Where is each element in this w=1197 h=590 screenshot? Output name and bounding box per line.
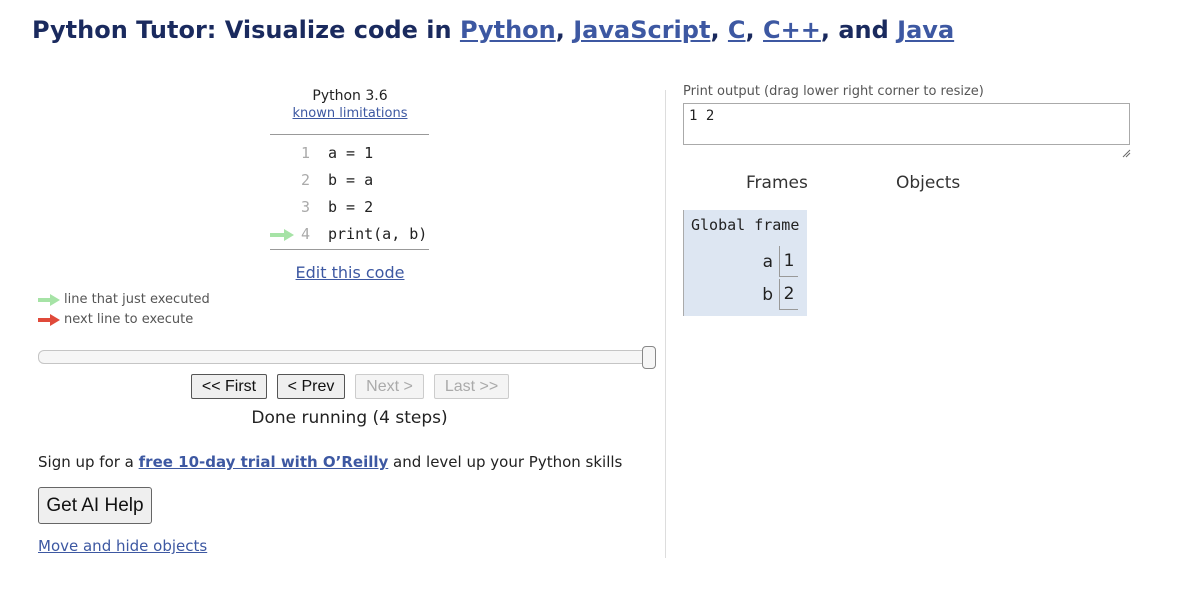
var-value: 2 <box>779 279 798 310</box>
code-line: 2 b = a <box>270 167 429 194</box>
green-arrow-icon <box>38 293 60 306</box>
objects-header: Objects <box>896 173 961 193</box>
line-number: 3 <box>300 198 310 216</box>
page-title: Python Tutor: Visualize code in Python, … <box>32 16 955 44</box>
step-slider-handle[interactable] <box>642 346 656 369</box>
code-line: 1 a = 1 <box>270 140 429 167</box>
var-value: 1 <box>779 246 798 277</box>
code-line: 3 b = 2 <box>270 194 429 221</box>
edit-code-link[interactable]: Edit this code <box>270 263 430 282</box>
panel-divider <box>665 90 666 558</box>
get-ai-help-button[interactable]: Get AI Help <box>38 487 152 524</box>
link-cpp[interactable]: C++ <box>763 16 821 44</box>
code-text: b = a <box>328 171 374 189</box>
move-hide-objects-link[interactable]: Move and hide objects <box>38 537 207 555</box>
line-number: 4 <box>300 225 310 243</box>
frame-title: Global frame <box>691 216 800 234</box>
known-limitations-link[interactable]: known limitations <box>270 106 430 121</box>
prev-button[interactable]: < Prev <box>277 374 345 399</box>
link-c[interactable]: C <box>728 16 746 44</box>
language-label: Python 3.6 <box>312 88 388 104</box>
code-listing: 1 a = 1 2 b = a 3 b = 2 4 print(a, b) <box>270 134 429 250</box>
code-line-current: 4 print(a, b) <box>270 221 429 248</box>
var-name: a <box>762 252 773 272</box>
frames-header: Frames <box>746 173 808 193</box>
line-number: 2 <box>300 171 310 189</box>
red-arrow-icon <box>38 313 60 326</box>
resize-grip-icon[interactable] <box>1121 148 1131 158</box>
legend-next: next line to execute <box>38 312 193 327</box>
line-number: 1 <box>300 144 310 162</box>
link-javascript[interactable]: JavaScript <box>573 16 710 44</box>
code-text: print(a, b) <box>328 225 428 243</box>
code-text: b = 2 <box>328 198 374 216</box>
first-button[interactable]: << First <box>191 374 267 399</box>
print-output-label: Print output (drag lower right corner to… <box>683 84 984 99</box>
global-frame: Global frame a 1 b 2 <box>683 210 807 316</box>
next-button[interactable]: Next > <box>355 374 424 399</box>
oreilly-trial-link[interactable]: free 10-day trial with O’Reilly <box>139 453 389 471</box>
link-python[interactable]: Python <box>460 16 556 44</box>
code-text: a = 1 <box>328 144 374 162</box>
print-output-box[interactable]: 1 2 <box>683 103 1130 145</box>
last-button[interactable]: Last >> <box>434 374 509 399</box>
execution-status: Done running (4 steps) <box>251 408 448 428</box>
link-java[interactable]: Java <box>897 16 954 44</box>
legend-executed: line that just executed <box>38 292 210 307</box>
step-slider-track[interactable] <box>38 350 655 364</box>
var-name: b <box>762 285 773 305</box>
promo-text: Sign up for a free 10-day trial with O’R… <box>38 453 623 471</box>
